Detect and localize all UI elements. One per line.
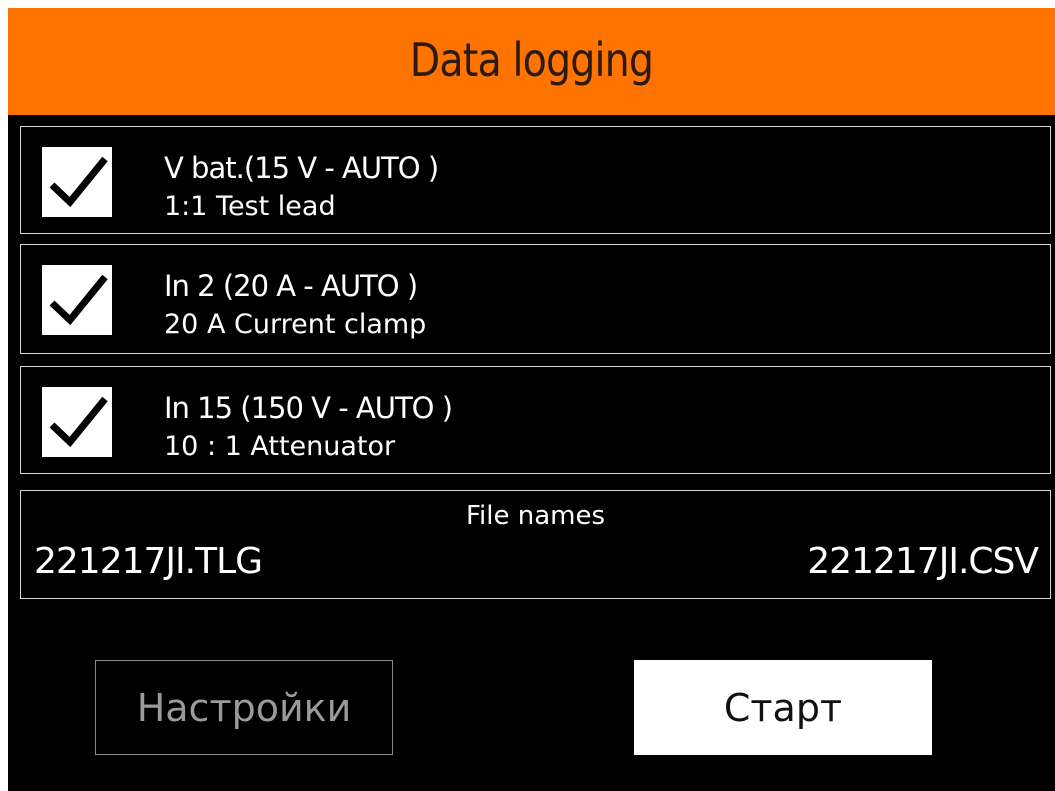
settings-button[interactable]: Настройки [95, 660, 393, 755]
channel-name: In 15 (150 V - AUTO ) [164, 391, 453, 425]
channel-text: V bat.(15 V - AUTO ) 1:1 Test lead [164, 149, 439, 227]
channel-row-in2[interactable]: In 2 (20 A - AUTO ) 20 A Current clamp [20, 244, 1051, 354]
check-icon [49, 156, 108, 208]
check-icon [49, 396, 108, 448]
channel-probe: 1:1 Test lead [164, 191, 336, 222]
channel-row-vbat[interactable]: V bat.(15 V - AUTO ) 1:1 Test lead [20, 126, 1051, 234]
start-button[interactable]: Старт [634, 660, 932, 755]
channel-text: In 15 (150 V - AUTO ) 10 : 1 Attenuator [164, 389, 453, 467]
page-title: Data logging [409, 32, 654, 87]
channel-checkbox[interactable] [42, 147, 112, 217]
channel-probe: 10 : 1 Attenuator [164, 431, 396, 462]
channel-checkbox[interactable] [42, 387, 112, 457]
file-names-panel: File names 221217JI.TLG 221217JI.CSV [20, 490, 1051, 599]
channel-row-in15[interactable]: In 15 (150 V - AUTO ) 10 : 1 Attenuator [20, 366, 1051, 474]
file-name-tlg: 221217JI.TLG [34, 541, 263, 582]
channel-name: V bat.(15 V - AUTO ) [164, 151, 439, 185]
title-bar: Data logging [8, 8, 1055, 115]
file-name-csv: 221217JI.CSV [807, 541, 1039, 582]
channel-name: In 2 (20 A - AUTO ) [164, 269, 418, 303]
channel-checkbox[interactable] [42, 265, 112, 335]
file-names-title: File names [465, 501, 606, 531]
check-icon [49, 274, 108, 326]
channel-probe: 20 A Current clamp [164, 309, 427, 340]
channel-text: In 2 (20 A - AUTO ) 20 A Current clamp [164, 267, 426, 345]
screen: Data logging V bat.(15 V - AUTO ) 1:1 Te… [8, 8, 1055, 791]
